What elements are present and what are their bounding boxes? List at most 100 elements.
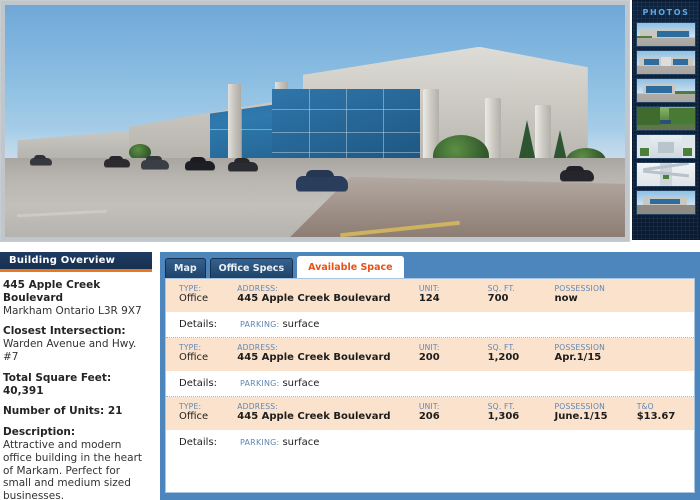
table-row[interactable]: TYPE: Office ADDRESS: 445 Apple Creek Bo… bbox=[166, 396, 694, 455]
building-overview-title: Building Overview bbox=[9, 255, 116, 266]
details-label: Details: bbox=[179, 318, 218, 330]
tab-available-space-label: Available Space bbox=[308, 262, 393, 273]
intersection-label: Closest Intersection: bbox=[3, 325, 126, 338]
photos-panel-title: PHOTOS bbox=[642, 8, 690, 17]
label-type: TYPE: bbox=[179, 284, 202, 293]
value-address: 445 Apple Creek Boulevard bbox=[237, 293, 391, 305]
address-line-2: Markham Ontario L3R 9X7 bbox=[3, 304, 142, 317]
facade-pier bbox=[228, 83, 242, 161]
cell-type: TYPE: Office bbox=[166, 343, 237, 365]
label-possession: POSSESSION bbox=[554, 284, 606, 293]
value-type: Office bbox=[179, 352, 209, 364]
table-row[interactable]: TYPE: Office ADDRESS: 445 Apple Creek Bo… bbox=[166, 279, 694, 338]
value-sqft: 1,306 bbox=[487, 411, 520, 423]
number-of-units-text: Number of Units: 21 bbox=[3, 405, 123, 418]
label-address: ADDRESS: bbox=[237, 284, 279, 293]
space-summary: TYPE: Office ADDRESS: 445 Apple Creek Bo… bbox=[166, 396, 694, 430]
listing-panel: Map Office Specs Available Space TYPE: O… bbox=[160, 252, 700, 500]
cell-unit: UNIT: 124 bbox=[419, 284, 488, 306]
value-to: $13.67 bbox=[636, 411, 676, 423]
details-value: surface bbox=[282, 436, 320, 448]
address-line-1: 445 Apple Creek Boulevard bbox=[3, 279, 101, 304]
details-value: surface bbox=[282, 377, 320, 389]
tab-available-space[interactable]: Available Space bbox=[297, 256, 404, 278]
label-possession: POSSESSION bbox=[554, 342, 606, 352]
label-to: T&O bbox=[636, 401, 654, 411]
cell-address: ADDRESS: 445 Apple Creek Boulevard bbox=[237, 402, 419, 424]
total-square-feet-text: Total Square Feet: 40,391 bbox=[3, 371, 112, 397]
intersection-value: Warden Avenue and Hwy. #7 bbox=[3, 338, 137, 363]
space-summary: TYPE: Office ADDRESS: 445 Apple Creek Bo… bbox=[166, 279, 694, 312]
details-label: Details: bbox=[179, 377, 218, 389]
building-overview-panel: Building Overview 445 Apple Creek Boulev… bbox=[0, 252, 152, 500]
hero-photo-image bbox=[5, 5, 625, 237]
cell-possession: POSSESSION Apr.1/15 bbox=[555, 343, 637, 365]
thumb-front-entrance[interactable] bbox=[636, 50, 696, 75]
details-key: PARKING: bbox=[240, 378, 280, 388]
tab-office-specs-label: Office Specs bbox=[218, 263, 285, 274]
cell-address: ADDRESS: 445 Apple Creek Boulevard bbox=[237, 284, 419, 306]
parked-car bbox=[184, 160, 215, 170]
photos-panel: PHOTOS bbox=[632, 0, 700, 240]
thumb-street-view[interactable] bbox=[636, 190, 696, 215]
value-address: 445 Apple Creek Boulevard bbox=[237, 352, 391, 364]
tab-map[interactable]: Map bbox=[165, 258, 206, 278]
label-address: ADDRESS: bbox=[237, 342, 279, 352]
building-overview-body: 445 Apple Creek Boulevard Markham Ontari… bbox=[0, 272, 152, 500]
tab-map-label: Map bbox=[174, 263, 197, 274]
thumb-landscaping[interactable] bbox=[636, 106, 696, 131]
parked-car bbox=[560, 170, 594, 182]
value-unit: 124 bbox=[418, 293, 440, 305]
cell-to: T&O $13.67 bbox=[637, 402, 694, 424]
building-overview-header: Building Overview bbox=[0, 252, 152, 272]
table-row[interactable]: TYPE: Office ADDRESS: 445 Apple Creek Bo… bbox=[166, 337, 694, 397]
description-block: Description: Attractive and modern offic… bbox=[3, 426, 146, 500]
description-label: Description: bbox=[3, 426, 76, 439]
page-root: PHOTOS Building Overview 445 Apple Creek… bbox=[0, 0, 700, 500]
pavilion-glazing bbox=[271, 88, 421, 168]
space-summary: TYPE: Office ADDRESS: 445 Apple Creek Bo… bbox=[166, 337, 694, 371]
thumb-corner-view[interactable] bbox=[636, 78, 696, 103]
parked-car bbox=[104, 159, 131, 168]
tab-office-specs[interactable]: Office Specs bbox=[209, 258, 294, 278]
hero-photo[interactable] bbox=[0, 0, 630, 242]
tab-bar: Map Office Specs Available Space bbox=[160, 252, 700, 278]
number-of-units: Number of Units: 21 bbox=[3, 405, 146, 418]
total-square-feet: Total Square Feet: 40,391 bbox=[3, 372, 146, 398]
label-type: TYPE: bbox=[179, 401, 202, 411]
details-label: Details: bbox=[179, 436, 218, 448]
cell-possession: POSSESSION now bbox=[555, 284, 637, 306]
thumb-atrium-ceiling[interactable] bbox=[636, 162, 696, 187]
address-block: 445 Apple Creek Boulevard Markham Ontari… bbox=[3, 279, 146, 317]
details-key: PARKING: bbox=[240, 319, 280, 329]
label-sqft: SQ. FT. bbox=[487, 342, 516, 352]
space-details: Details: PARKING: surface bbox=[166, 370, 694, 396]
thumb-exterior-angle[interactable] bbox=[636, 22, 696, 47]
details-key: PARKING: bbox=[240, 437, 280, 447]
cell-unit: UNIT: 200 bbox=[419, 343, 488, 365]
space-details: Details: PARKING: surface bbox=[166, 311, 694, 337]
value-unit: 200 bbox=[418, 352, 440, 364]
label-unit: UNIT: bbox=[418, 284, 440, 293]
parked-car bbox=[29, 158, 52, 166]
label-sqft: SQ. FT. bbox=[487, 284, 516, 293]
cell-type: TYPE: Office bbox=[166, 402, 237, 424]
cell-sqft: SQ. FT. 1,306 bbox=[488, 402, 555, 424]
cell-address: ADDRESS: 445 Apple Creek Boulevard bbox=[237, 343, 419, 365]
cell-sqft: SQ. FT. 1,200 bbox=[488, 343, 555, 365]
space-details: Details: PARKING: surface bbox=[166, 429, 694, 455]
parked-car-foreground bbox=[296, 175, 349, 191]
description-text: Attractive and modern office building in… bbox=[3, 438, 143, 500]
value-possession: Apr.1/15 bbox=[554, 352, 602, 364]
cell-possession: POSSESSION June.1/15 bbox=[555, 402, 637, 424]
cell-unit: UNIT: 206 bbox=[419, 402, 488, 424]
value-sqft: 700 bbox=[487, 293, 509, 305]
label-sqft: SQ. FT. bbox=[487, 401, 516, 411]
label-address: ADDRESS: bbox=[237, 401, 279, 411]
value-sqft: 1,200 bbox=[487, 352, 520, 364]
value-address: 445 Apple Creek Boulevard bbox=[237, 411, 391, 423]
thumb-lobby[interactable] bbox=[636, 134, 696, 159]
cell-sqft: SQ. FT. 700 bbox=[488, 284, 555, 306]
label-type: TYPE: bbox=[179, 342, 202, 352]
value-possession: now bbox=[554, 293, 578, 305]
